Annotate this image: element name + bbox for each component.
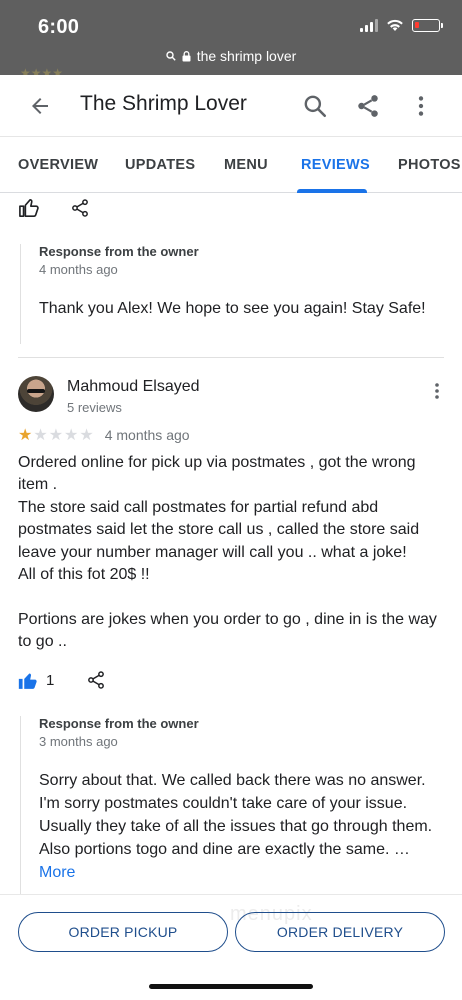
battery-low-icon: [412, 18, 443, 32]
owner-response-time: 3 months ago: [39, 734, 118, 749]
search-icon[interactable]: [302, 93, 328, 119]
owner-response: Response from the owner 4 months ago Tha…: [20, 244, 442, 344]
star-filled-icon: ★: [18, 427, 34, 444]
back-arrow-icon[interactable]: [28, 94, 52, 118]
status-bar: 6:00 the shrimp lover ★★★★: [0, 0, 462, 80]
more-link[interactable]: More: [39, 864, 75, 881]
review-time: 4 months ago: [104, 427, 190, 443]
review-text: Ordered online for pick up via postmates…: [18, 454, 437, 651]
owner-response-label: Response from the owner: [39, 244, 199, 259]
signal-icon: [360, 18, 378, 32]
share-icon[interactable]: [70, 198, 90, 218]
reviewer-name[interactable]: Mahmoud Elsayed: [67, 378, 200, 396]
order-footer: menupix ORDER PICKUP ORDER DELIVERY: [0, 894, 462, 1000]
active-tab-indicator: [297, 189, 367, 193]
review-divider: [18, 357, 444, 358]
system-icons: [360, 18, 443, 32]
owner-response: Response from the owner 3 months ago Sor…: [20, 716, 442, 894]
share-icon[interactable]: [355, 93, 381, 119]
star-empty-icon: ★: [79, 427, 95, 444]
owner-response-text: Sorry about that. We called back there w…: [39, 772, 433, 858]
tab-overview[interactable]: OVERVIEW: [18, 157, 98, 173]
app-header: The Shrimp Lover: [0, 75, 462, 137]
home-indicator[interactable]: [149, 984, 313, 989]
order-pickup-button[interactable]: ORDER PICKUP: [18, 912, 228, 952]
star-empty-icon: ★: [64, 427, 80, 444]
owner-response-text: Thank you Alex! We hope to see you again…: [39, 300, 426, 317]
wifi-icon: [387, 19, 403, 31]
status-time: 6:00: [38, 16, 80, 38]
star-empty-icon: ★: [48, 427, 65, 444]
thumbs-up-outline-icon[interactable]: [18, 198, 40, 218]
search-small-icon: [166, 51, 176, 61]
tab-photos[interactable]: PHOTOS: [398, 157, 461, 173]
review-actions: 1: [18, 670, 106, 690]
tab-menu[interactable]: MENU: [224, 157, 268, 173]
rating-row: ★★★★★ 4 months ago: [18, 425, 190, 445]
owner-response-label: Response from the owner: [39, 716, 199, 731]
like-count: 1: [46, 671, 55, 689]
order-delivery-button[interactable]: ORDER DELIVERY: [235, 912, 445, 952]
page-title: The Shrimp Lover: [80, 92, 247, 115]
review-actions: [18, 198, 90, 218]
avatar[interactable]: [18, 376, 54, 412]
lock-icon: [182, 50, 191, 61]
reviewer-review-count: 5 reviews: [67, 400, 122, 415]
star-empty-icon: ★: [33, 427, 49, 444]
owner-response-time: 4 months ago: [39, 262, 118, 277]
tab-updates[interactable]: UPDATES: [125, 157, 195, 173]
reviews-list[interactable]: Response from the owner 4 months ago Tha…: [0, 194, 462, 894]
tab-reviews[interactable]: REVIEWS: [301, 157, 370, 173]
more-vert-icon[interactable]: [434, 382, 440, 400]
url-bar[interactable]: the shrimp lover: [0, 48, 462, 64]
star-rating: ★★★★★: [18, 425, 95, 445]
owner-response-text-block: Sorry about that. We called back there w…: [39, 769, 442, 884]
share-icon[interactable]: [86, 670, 106, 690]
thumbs-up-filled-icon[interactable]: [18, 671, 38, 690]
tab-bar: OVERVIEW UPDATES MENU REVIEWS PHOTOS: [0, 138, 462, 193]
url-text: the shrimp lover: [196, 48, 297, 64]
more-vert-icon[interactable]: [408, 93, 434, 119]
